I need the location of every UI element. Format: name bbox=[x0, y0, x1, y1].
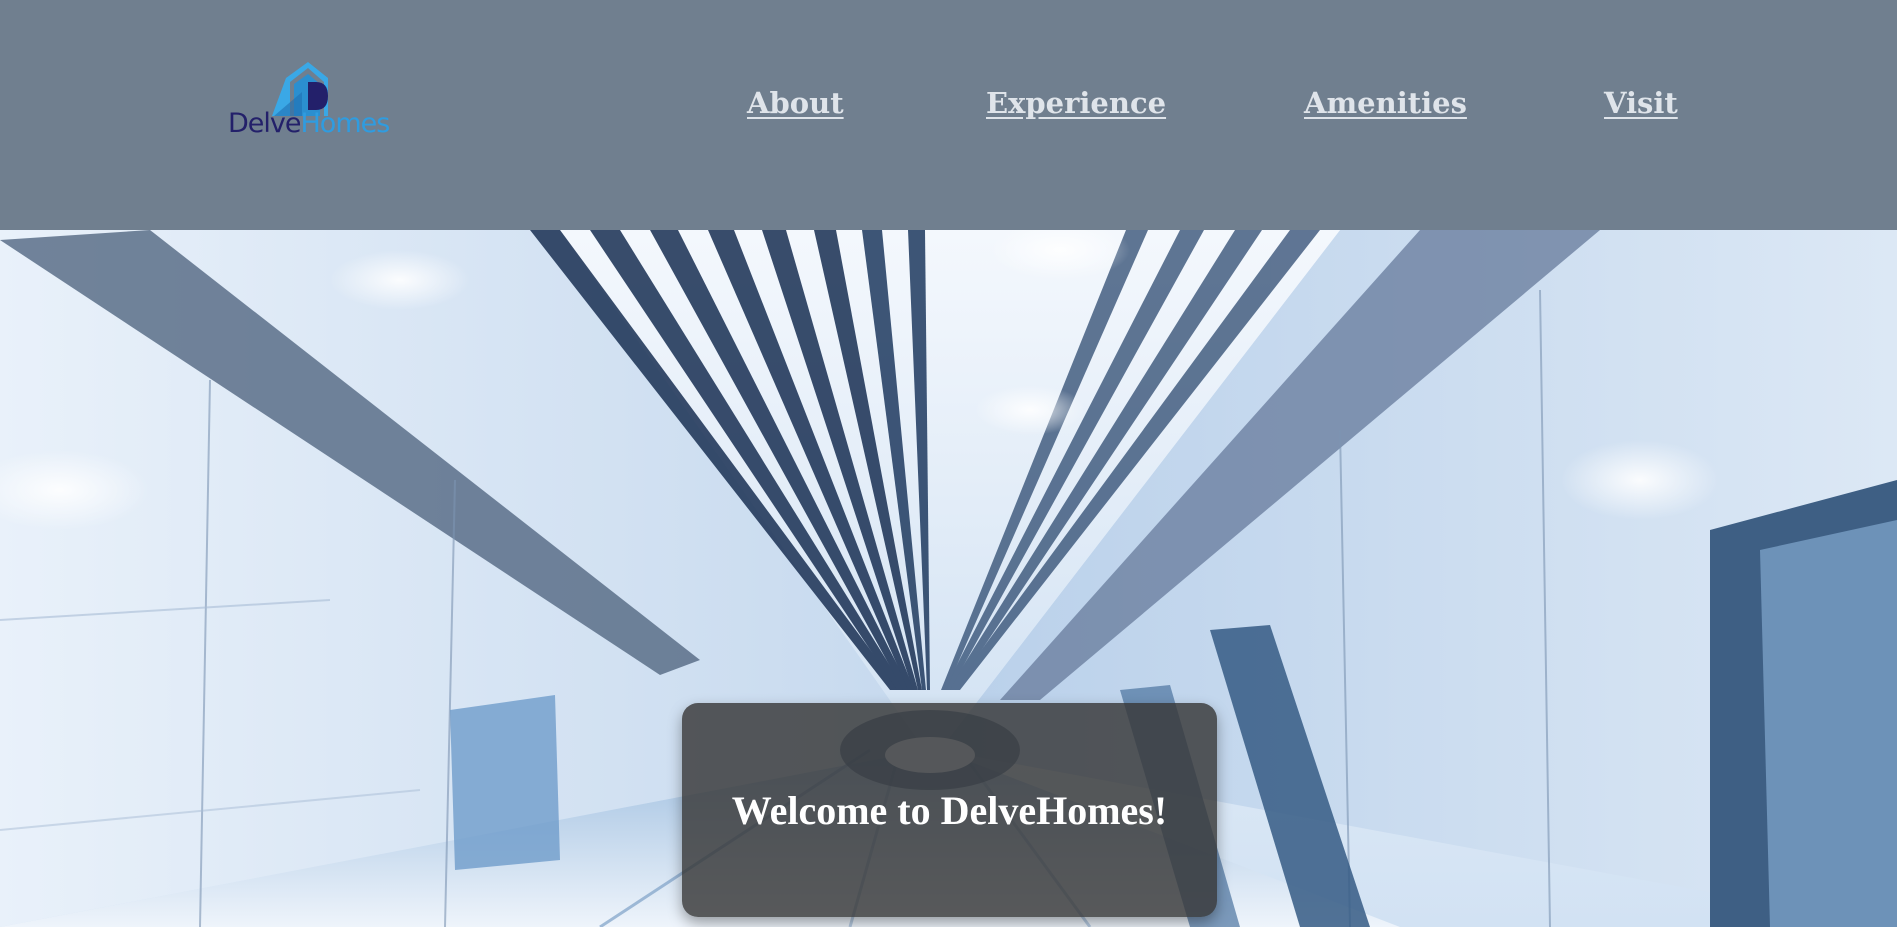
hero-section: Welcome to DelveHomes! bbox=[0, 230, 1897, 927]
welcome-banner: Welcome to DelveHomes! bbox=[682, 703, 1217, 917]
site-header: DelveHomes About Experience Amenities Vi… bbox=[0, 0, 1897, 230]
main-nav: About Experience Amenities Visit bbox=[0, 86, 1897, 126]
nav-link-visit[interactable]: Visit bbox=[1604, 86, 1678, 120]
nav-link-about[interactable]: About bbox=[747, 86, 844, 120]
nav-link-amenities[interactable]: Amenities bbox=[1304, 86, 1467, 120]
nav-link-experience[interactable]: Experience bbox=[986, 86, 1166, 120]
welcome-heading: Welcome to DelveHomes! bbox=[731, 788, 1168, 833]
